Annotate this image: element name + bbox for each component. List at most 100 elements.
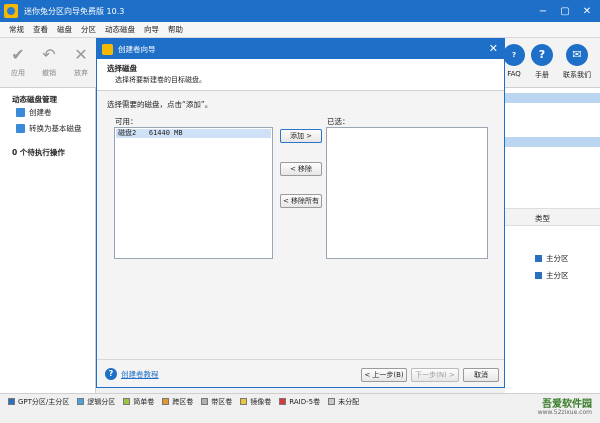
legend-item: GPT分区/主分区 [8, 397, 69, 407]
legend-item: 未分配 [328, 397, 359, 407]
partition-color-icon [535, 255, 542, 262]
legend-swatch [162, 398, 170, 405]
dialog-body: 选择需要的磁盘，点击“添加”。 可用： 已选： 磁盘2 61440 MB 添加 … [97, 91, 504, 359]
selected-label: 已选： [327, 117, 350, 126]
legend-item: 逻辑分区 [77, 397, 115, 407]
legend-swatch [240, 398, 248, 405]
apply-label: 应用 [11, 69, 25, 77]
add-button[interactable]: 添加 > [280, 129, 322, 143]
create-volume-label: 创建卷 [29, 108, 52, 117]
menu-partition[interactable]: 分区 [81, 24, 96, 35]
list-item[interactable]: 磁盘2 61440 MB [116, 129, 271, 138]
disk-size: 61440 MB [148, 129, 183, 137]
legend-swatch [328, 398, 336, 405]
watermark-text: 吾爱软件园 [542, 399, 592, 410]
legend-label: 逻辑分区 [87, 397, 116, 406]
legend-swatch [279, 398, 287, 405]
legend-label: 简单卷 [133, 397, 155, 406]
menu-disk[interactable]: 磁盘 [57, 24, 72, 35]
table-row[interactable]: 主分区 [535, 253, 569, 264]
legend-item: RAID-5卷 [279, 397, 320, 407]
convert-basic-item[interactable]: 转换为基本磁盘 [16, 123, 82, 134]
minimize-icon[interactable]: − [532, 0, 554, 22]
remove-all-button[interactable]: < 移除所有 [280, 194, 322, 208]
apply-button[interactable]: ✔ 应用 [3, 46, 33, 78]
contact-button[interactable]: ✉ 联系我们 [560, 44, 594, 80]
app-logo-icon [4, 4, 18, 18]
remove-button[interactable]: < 移除 [280, 162, 322, 176]
selected-disks-list[interactable] [326, 127, 488, 259]
instruction-text: 选择需要的磁盘，点击“添加”。 [107, 100, 213, 109]
disk-bar[interactable] [505, 93, 600, 103]
create-volume-dialog: 创建卷向导 ✕ 选择磁盘 选择将要新建卷的目标磁盘。 选择需要的磁盘，点击“添加… [96, 38, 505, 388]
legend-item: 简单卷 [123, 397, 154, 407]
legend-swatch [201, 398, 209, 405]
legend-swatch [77, 398, 85, 405]
legend-label: 未分配 [338, 397, 360, 406]
legend-item: 镜像卷 [240, 397, 271, 407]
partition-table-header: 类型 [505, 208, 600, 226]
legend-label: 带区卷 [211, 397, 233, 406]
legend-bar: GPT分区/主分区 逻辑分区 简单卷 跨区卷 带区卷 镜像卷 RAID-5卷 未… [0, 393, 600, 409]
available-label: 可用： [115, 117, 138, 126]
column-type: 类型 [535, 214, 550, 223]
legend-label: 跨区卷 [172, 397, 194, 406]
dialog-footer: ? 创建卷教程 < 上一步(B) 下一步(N) > 取消 [97, 359, 504, 387]
next-button[interactable]: 下一步(N) > [411, 368, 459, 382]
menu-wizard[interactable]: 向导 [144, 24, 159, 35]
dialog-title: 创建卷向导 [118, 44, 156, 54]
left-panel-heading: 动态磁盘管理 [12, 95, 57, 104]
menu-dynamic-disk[interactable]: 动态磁盘 [105, 24, 135, 35]
contact-label: 联系我们 [563, 71, 591, 79]
legend-label: GPT分区/主分区 [18, 397, 70, 406]
faq-label: FAQ [507, 70, 521, 78]
menu-general[interactable]: 常规 [9, 24, 24, 35]
disk-name: 磁盘2 [118, 129, 137, 137]
tutorial-link[interactable]: 创建卷教程 [121, 369, 159, 380]
legend-swatch [123, 398, 131, 405]
undo-button[interactable]: ↶ 撤销 [34, 46, 64, 78]
disk-bar[interactable] [505, 137, 600, 147]
discard-label: 放弃 [74, 69, 88, 77]
watermark-url: www.52zixue.com [537, 409, 592, 416]
create-volume-item[interactable]: 创建卷 [16, 107, 52, 118]
help-icon: ? [531, 44, 553, 66]
partition-type: 主分区 [546, 271, 569, 280]
help-icon[interactable]: ? [105, 368, 117, 380]
partition-color-icon [535, 272, 542, 279]
disk-map-area [505, 88, 600, 393]
available-disks-list[interactable]: 磁盘2 61440 MB [114, 127, 273, 259]
faq-icon: ? [503, 44, 525, 66]
manual-button[interactable]: ? 手册 [525, 44, 559, 80]
legend-swatch [8, 398, 15, 405]
legend-label: RAID-5卷 [289, 397, 321, 406]
legend-item: 带区卷 [201, 397, 232, 407]
menu-help[interactable]: 帮助 [168, 24, 183, 35]
partition-type: 主分区 [546, 254, 569, 263]
legend-item: 跨区卷 [162, 397, 193, 407]
manual-label: 手册 [535, 71, 549, 79]
step-subtitle: 选择将要新建卷的目标磁盘。 [115, 76, 206, 84]
close-icon[interactable]: ✕ [489, 42, 498, 55]
wizard-icon [102, 43, 113, 55]
close-icon[interactable]: ✕ [576, 0, 598, 22]
undo-icon: ↶ [42, 45, 56, 64]
dialog-header: 选择磁盘 选择将要新建卷的目标磁盘。 [97, 59, 504, 91]
left-panel: 动态磁盘管理 创建卷 转换为基本磁盘 0 个待执行操作 [0, 88, 96, 393]
menu-view[interactable]: 查看 [33, 24, 48, 35]
cancel-button[interactable]: 取消 [463, 368, 499, 382]
menu-bar: 常规 查看 磁盘 分区 动态磁盘 向导 帮助 [0, 22, 600, 38]
legend-label: 镜像卷 [250, 397, 272, 406]
step-title: 选择磁盘 [107, 64, 137, 73]
volume-icon [16, 108, 25, 117]
maximize-icon[interactable]: ▢ [554, 0, 576, 22]
undo-label: 撤销 [42, 69, 56, 77]
back-button[interactable]: < 上一步(B) [361, 368, 407, 382]
mail-icon: ✉ [566, 44, 588, 66]
discard-button[interactable]: ✕ 放弃 [66, 46, 96, 78]
dialog-titlebar: 创建卷向导 ✕ [97, 39, 504, 59]
convert-basic-label: 转换为基本磁盘 [29, 124, 82, 133]
check-icon: ✔ [11, 45, 25, 64]
table-row[interactable]: 主分区 [535, 270, 569, 281]
window-title: 迷你兔分区向导免费版 10.3 [24, 6, 125, 16]
